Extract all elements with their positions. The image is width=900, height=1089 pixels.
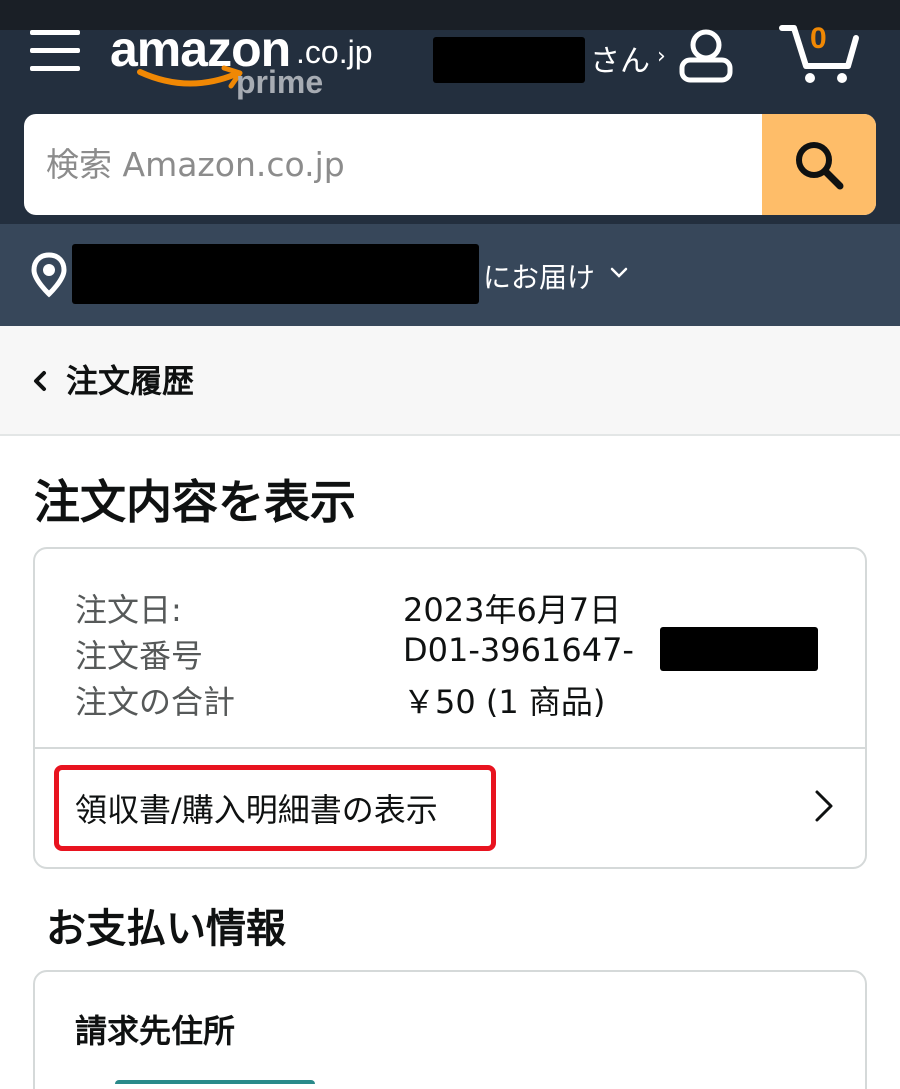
user-icon[interactable] bbox=[676, 26, 736, 86]
search-input[interactable] bbox=[24, 114, 762, 215]
redacted-username bbox=[433, 37, 585, 83]
billing-address-label: 請求先住所 bbox=[75, 1012, 236, 1050]
chevron-down-icon bbox=[610, 267, 628, 278]
invoice-link[interactable]: 領収書/購入明細書の表示 bbox=[75, 785, 438, 831]
location-pin-icon bbox=[31, 252, 67, 298]
redacted-address bbox=[72, 244, 479, 304]
greeting-chevron: › bbox=[657, 44, 666, 69]
smile-arrow-icon bbox=[137, 65, 243, 89]
delivery-label: にお届け bbox=[483, 261, 596, 294]
invoice-link-row[interactable]: 領収書/購入明細書の表示 bbox=[35, 749, 865, 867]
payment-section-title: お支払い情報 bbox=[46, 906, 286, 952]
breadcrumb-order-history[interactable]: 注文履歴 bbox=[66, 356, 194, 402]
search-icon bbox=[796, 141, 844, 189]
order-number-label: 注文番号 bbox=[75, 637, 204, 675]
amazon-logo[interactable]: amazon .co.jp prime bbox=[110, 20, 390, 106]
search-bar bbox=[24, 114, 876, 215]
clipped-postal-code bbox=[115, 1076, 325, 1089]
chevron-left-icon bbox=[34, 371, 46, 391]
order-date-label: 注文日: bbox=[75, 591, 182, 629]
chevron-right-icon bbox=[815, 790, 833, 822]
search-button[interactable] bbox=[762, 114, 876, 215]
order-total-value: ￥50 (1 商品) bbox=[403, 683, 606, 721]
order-details: 注文日: 2023年6月7日 注文番号 D01-3961647- 注文の合計 ￥… bbox=[35, 549, 865, 749]
top-header: amazon .co.jp prime さん › 0 bbox=[0, 0, 900, 224]
delivery-bar[interactable]: にお届け bbox=[0, 224, 900, 326]
order-number-value: D01-3961647- bbox=[403, 631, 634, 669]
breadcrumb[interactable]: 注文履歴 bbox=[0, 326, 900, 436]
logo-prime: prime bbox=[236, 64, 324, 100]
menu-icon[interactable] bbox=[30, 28, 80, 74]
page-title: 注文内容を表示 bbox=[34, 475, 356, 529]
order-date-value: 2023年6月7日 bbox=[403, 591, 622, 629]
greeting-suffix[interactable]: さん bbox=[590, 36, 650, 80]
order-total-label: 注文の合計 bbox=[75, 683, 236, 721]
cart-count-badge: 0 bbox=[810, 22, 827, 55]
redacted-order-number bbox=[660, 627, 818, 671]
payment-card: 請求先住所 bbox=[33, 970, 867, 1089]
order-summary-card: 注文日: 2023年6月7日 注文番号 D01-3961647- 注文の合計 ￥… bbox=[33, 547, 867, 869]
